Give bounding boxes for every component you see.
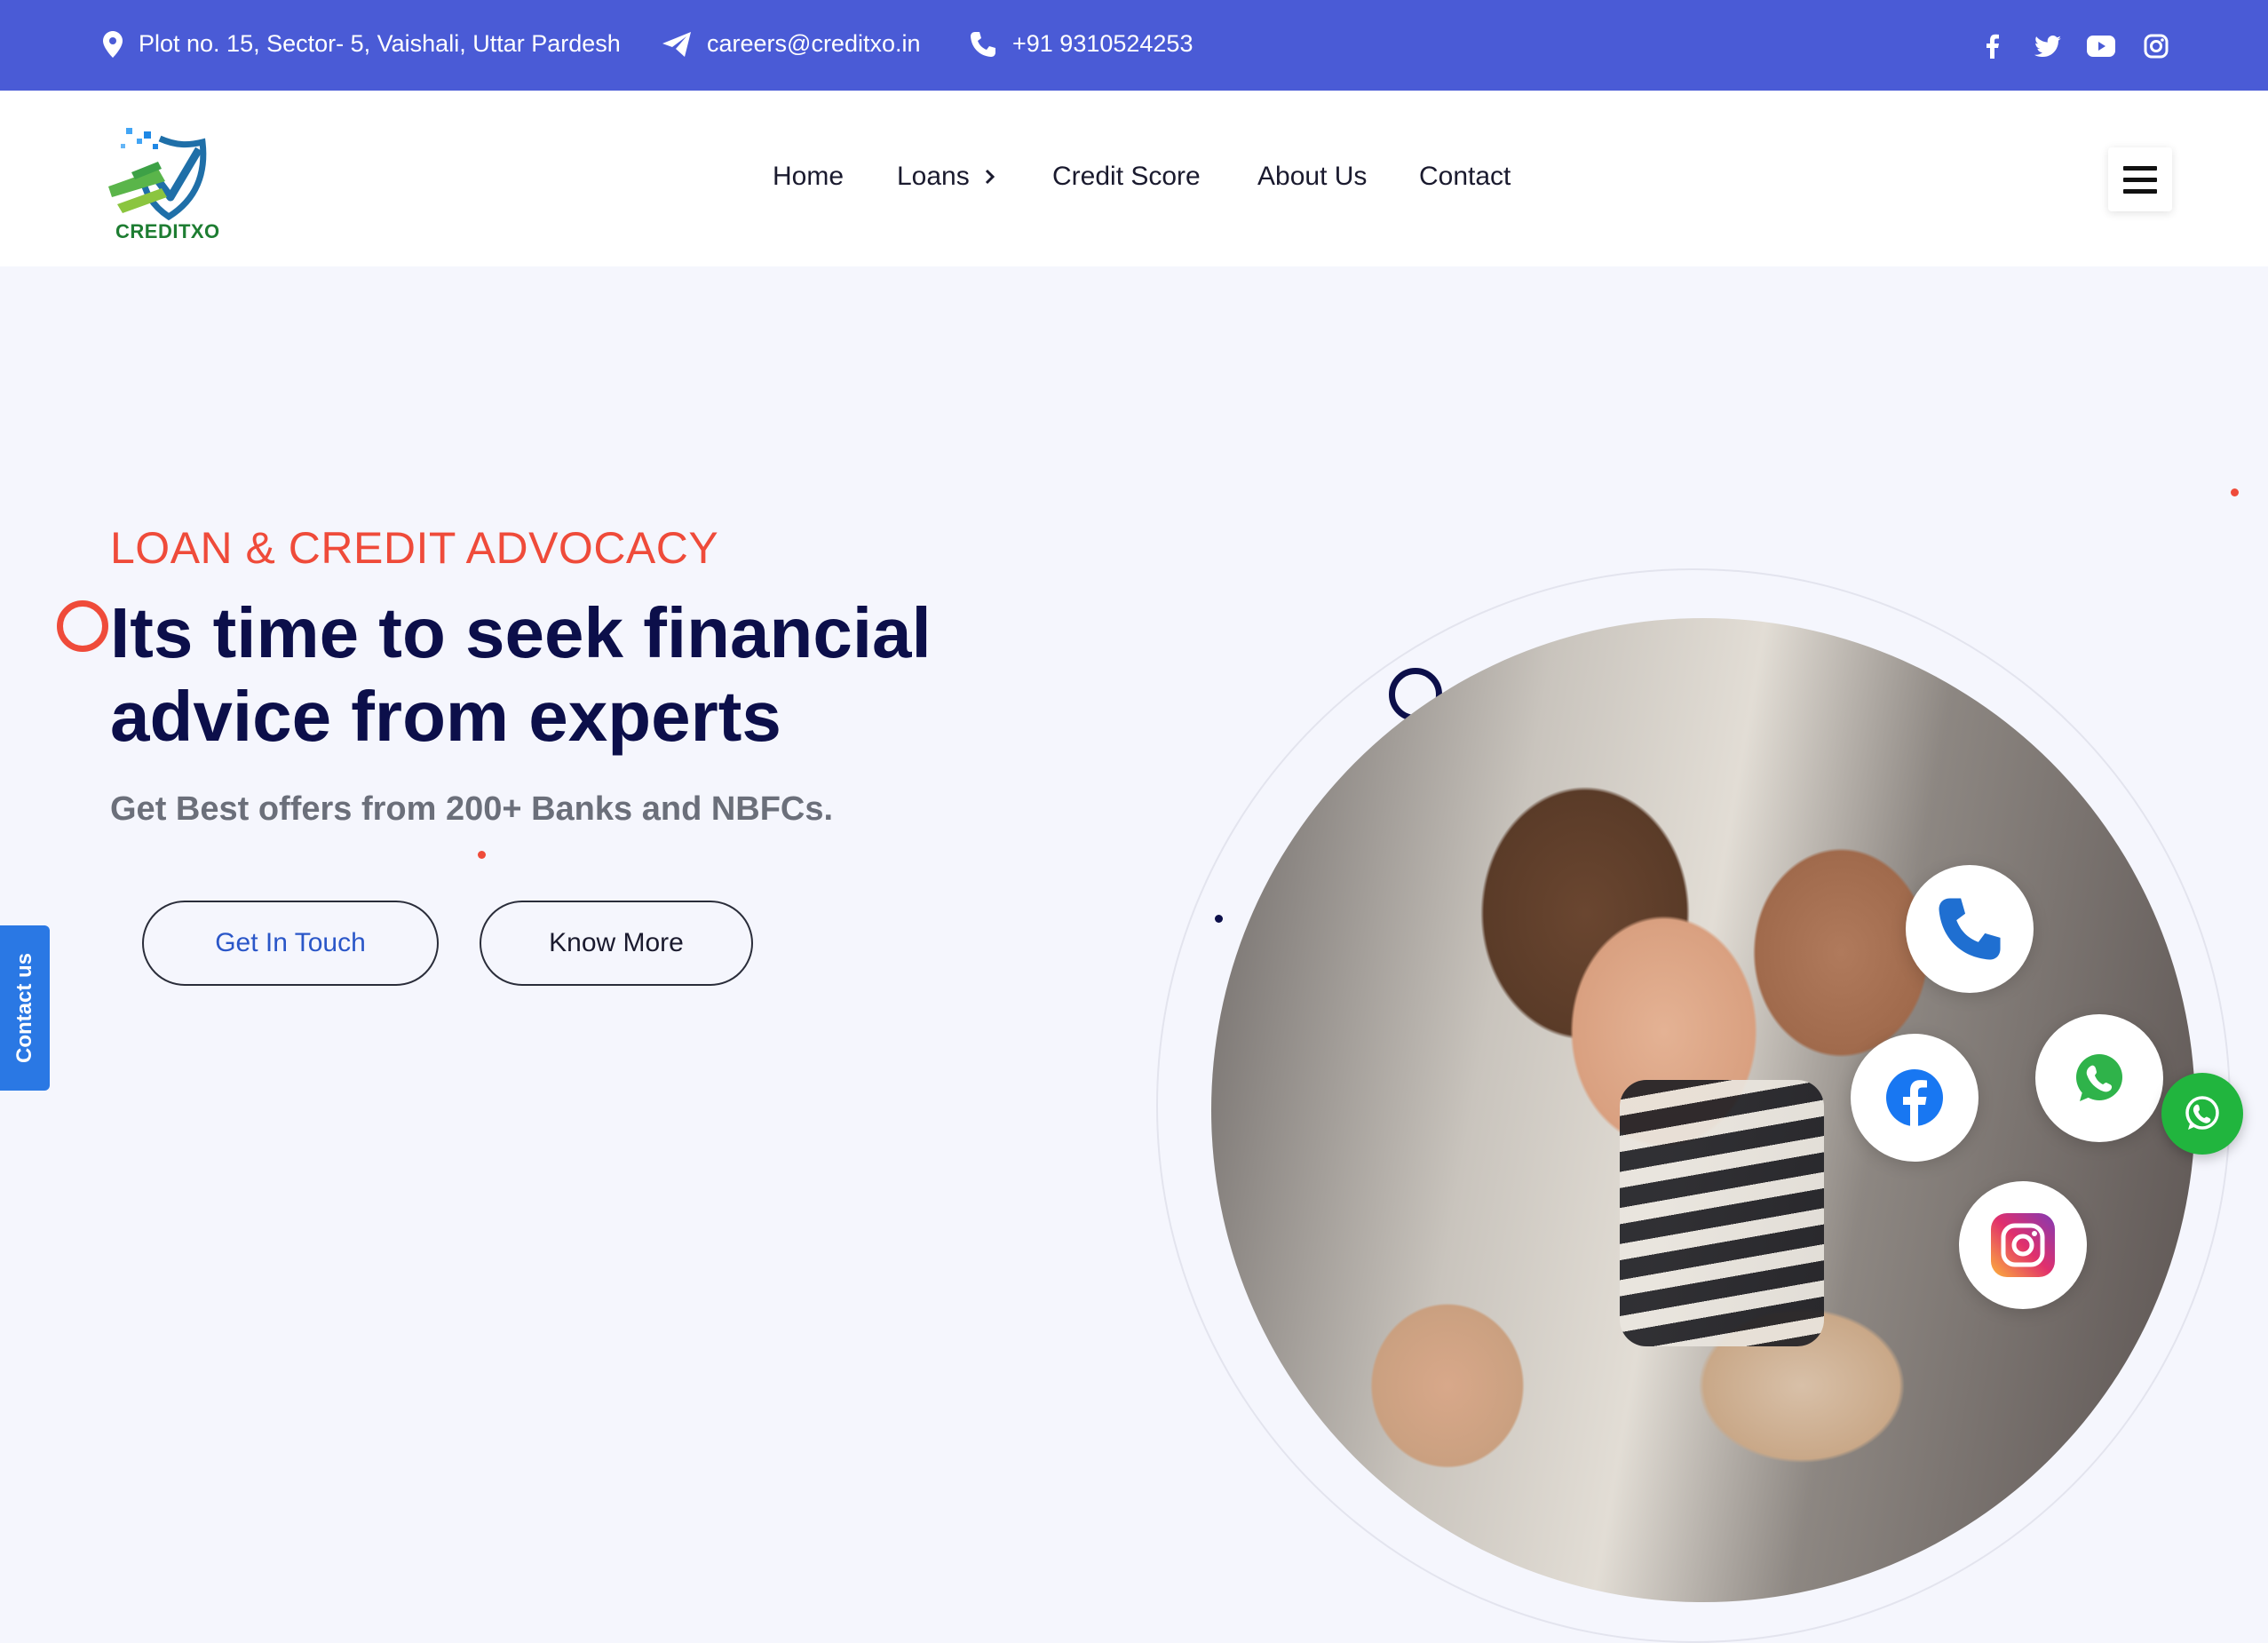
- email-info[interactable]: careers@creditxo.in: [662, 30, 921, 58]
- hero-subheadline: Get Best offers from 200+ Banks and NBFC…: [110, 790, 834, 828]
- phone-link[interactable]: +91 9310524253: [1012, 30, 1193, 58]
- phone-icon: [971, 31, 995, 57]
- paper-plane-icon: [662, 31, 691, 57]
- phone-icon: [1939, 898, 2001, 960]
- contact-us-side-tab[interactable]: Contact us: [0, 925, 50, 1091]
- twitter-icon[interactable]: [2030, 28, 2066, 64]
- facebook-icon: [1886, 1069, 1943, 1127]
- contact-us-label: Contact us: [12, 952, 37, 1064]
- photo-detail: [1620, 1080, 1824, 1346]
- decor-dot-red: [2231, 488, 2239, 496]
- nav-loans[interactable]: Loans: [897, 162, 996, 192]
- instagram-contact-button[interactable]: [1959, 1181, 2087, 1309]
- address-text: Plot no. 15, Sector- 5, Vaishali, Uttar …: [139, 30, 621, 57]
- top-info-bar: Plot no. 15, Sector- 5, Vaishali, Uttar …: [0, 0, 2268, 91]
- hero-eyebrow: LOAN & CREDIT ADVOCACY: [110, 523, 719, 573]
- email-link[interactable]: careers@creditxo.in: [707, 30, 921, 58]
- instagram-icon: [1991, 1213, 2055, 1277]
- chevron-right-icon: [985, 169, 995, 185]
- nav-about-us[interactable]: About Us: [1257, 162, 1367, 192]
- whatsapp-chat-button[interactable]: [2161, 1073, 2243, 1155]
- whatsapp-icon: [2076, 1054, 2122, 1101]
- whatsapp-contact-button[interactable]: [2035, 1014, 2163, 1142]
- youtube-icon[interactable]: [2083, 28, 2119, 64]
- nav-credit-score[interactable]: Credit Score: [1052, 162, 1201, 192]
- menu-toggle-button[interactable]: [2108, 147, 2172, 211]
- hero-headline: Its time to seek financial advice from e…: [110, 593, 932, 756]
- hamburger-line: [2123, 188, 2157, 194]
- decor-dot-red: [478, 851, 486, 859]
- hamburger-line: [2123, 177, 2157, 182]
- nav-contact[interactable]: Contact: [1419, 162, 1511, 192]
- facebook-icon[interactable]: [1975, 28, 2010, 64]
- nav-loans-label: Loans: [897, 162, 970, 191]
- facebook-contact-button[interactable]: [1851, 1034, 1979, 1162]
- get-in-touch-button[interactable]: Get In Touch: [142, 901, 439, 986]
- whatsapp-icon: [2185, 1096, 2219, 1130]
- call-button[interactable]: [1906, 865, 2034, 993]
- address-info: Plot no. 15, Sector- 5, Vaishali, Uttar …: [103, 30, 621, 58]
- know-more-button[interactable]: Know More: [480, 901, 753, 986]
- phone-info[interactable]: +91 9310524253: [970, 30, 1193, 58]
- location-pin-icon: [103, 30, 123, 58]
- hamburger-line: [2123, 165, 2157, 171]
- decor-ring-red: [57, 600, 108, 652]
- nav-home[interactable]: Home: [773, 162, 844, 192]
- instagram-icon[interactable]: [2138, 28, 2174, 64]
- brand-name: CREDITXO: [115, 220, 220, 242]
